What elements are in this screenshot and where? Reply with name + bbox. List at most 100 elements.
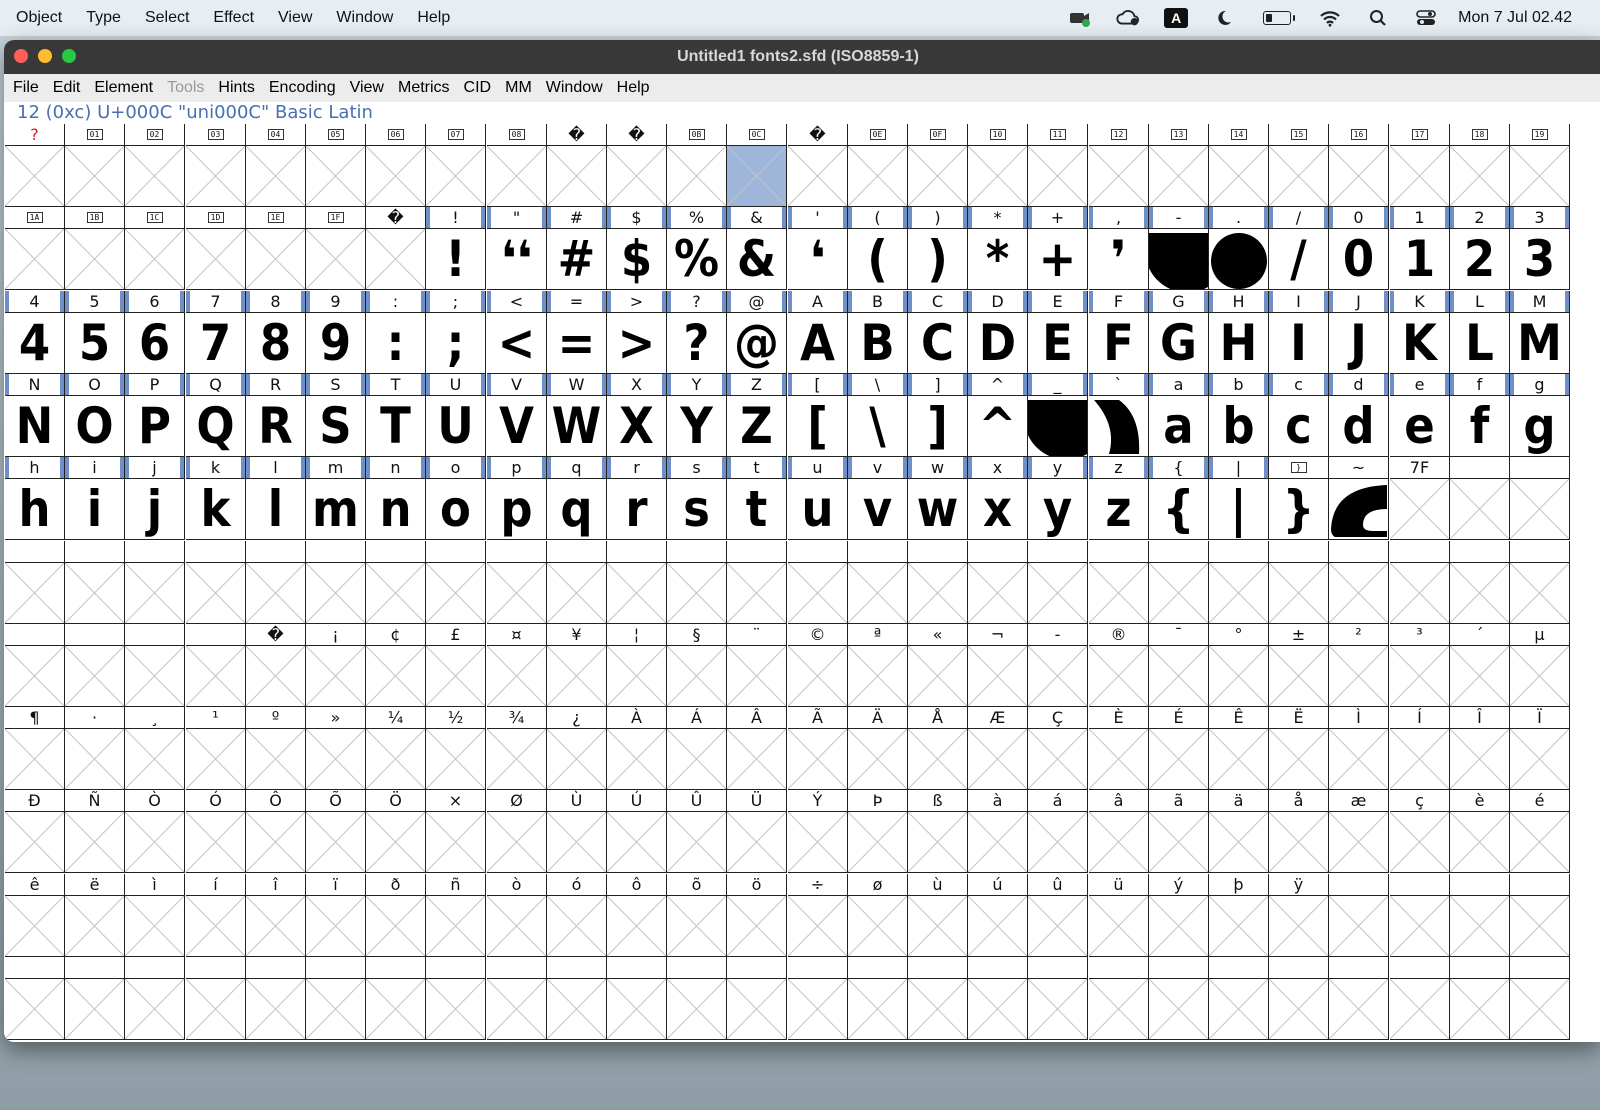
glyph-cell[interactable]	[125, 541, 185, 624]
menu-cid[interactable]: CID	[459, 79, 497, 97]
glyph-cell[interactable]	[186, 541, 246, 624]
glyph-cell[interactable]: 1C	[125, 207, 185, 290]
glyph-cell[interactable]: _	[1028, 374, 1088, 457]
system-menu-object[interactable]: Object	[8, 9, 70, 27]
glyph-cell[interactable]: 1B	[65, 207, 125, 290]
glyph-cell[interactable]: 08	[487, 124, 547, 207]
glyph-cell[interactable]: rr	[607, 457, 667, 540]
glyph-cell[interactable]: 07	[426, 124, 486, 207]
glyph-cell[interactable]: �	[607, 124, 667, 207]
glyph-cell[interactable]	[1510, 874, 1570, 957]
glyph-cell[interactable]: }}	[1269, 457, 1329, 540]
glyph-cell[interactable]: »	[306, 707, 366, 790]
glyph-cell[interactable]: 01	[65, 124, 125, 207]
glyph-cell[interactable]: ^ ^	[968, 374, 1028, 457]
glyph-cell[interactable]	[1390, 957, 1450, 1040]
glyph-cell[interactable]: ñ	[426, 874, 486, 957]
glyph-cell[interactable]: î	[246, 874, 306, 957]
glyph-cell[interactable]: Û	[667, 790, 727, 873]
glyph-cell[interactable]: Þ	[848, 790, 908, 873]
glyph-cell[interactable]: ¶	[5, 707, 65, 790]
glyph-cell[interactable]	[366, 957, 426, 1040]
glyph-cell[interactable]: ý	[1149, 874, 1209, 957]
glyph-cell[interactable]: ð	[366, 874, 426, 957]
glyph-cell[interactable]: ï	[306, 874, 366, 957]
glyph-cell[interactable]: �	[547, 124, 607, 207]
system-menu-effect[interactable]: Effect	[205, 9, 262, 27]
glyph-cell[interactable]: Ç	[1028, 707, 1088, 790]
glyph-cell[interactable]	[306, 541, 366, 624]
glyph-cell[interactable]: Ã	[788, 707, 848, 790]
glyph-cell[interactable]: 0C	[727, 124, 787, 207]
glyph-cell[interactable]	[968, 957, 1028, 1040]
glyph-cell[interactable]	[5, 957, 65, 1040]
glyph-cell[interactable]: ]]	[908, 374, 968, 457]
glyph-cell[interactable]: ))	[908, 207, 968, 290]
system-menu-help[interactable]: Help	[409, 9, 458, 27]
glyph-cell[interactable]: mm	[306, 457, 366, 540]
battery-icon[interactable]	[1260, 8, 1296, 28]
glyph-cell[interactable]: 03	[186, 124, 246, 207]
glyph-cell[interactable]: {{	[1149, 457, 1209, 540]
glyph-cell[interactable]	[487, 957, 547, 1040]
glyph-cell[interactable]	[426, 957, 486, 1040]
glyph-cell[interactable]: # #	[547, 207, 607, 290]
glyph-cell[interactable]: * *	[968, 207, 1028, 290]
glyph-cell[interactable]: XX	[607, 374, 667, 457]
glyph-cell[interactable]: 10	[968, 124, 1028, 207]
glyph-cell[interactable]: 99	[306, 291, 366, 374]
glyph-cell[interactable]: aa	[1149, 374, 1209, 457]
glyph-cell[interactable]: æ	[1329, 790, 1389, 873]
glyph-cell[interactable]: ©	[788, 624, 848, 707]
glyph-cell[interactable]: å	[1269, 790, 1329, 873]
glyph-cell[interactable]	[1510, 541, 1570, 624]
glyph-cell[interactable]: ¦	[607, 624, 667, 707]
glyph-cell[interactable]: Í	[1390, 707, 1450, 790]
glyph-cell[interactable]: ¯	[1149, 624, 1209, 707]
glyph-cell[interactable]: ¨	[727, 624, 787, 707]
glyph-cell[interactable]: 1E	[246, 207, 306, 290]
glyph-cell[interactable]: ¥	[547, 624, 607, 707]
glyph-cell[interactable]: ø	[848, 874, 908, 957]
glyph-cell[interactable]: = =	[547, 291, 607, 374]
glyph-cell[interactable]: ¹	[186, 707, 246, 790]
glyph-cell[interactable]: ::	[366, 291, 426, 374]
glyph-cell[interactable]	[1510, 457, 1570, 540]
glyph-cell[interactable]: WW	[547, 374, 607, 457]
glyph-cell[interactable]	[727, 957, 787, 1040]
glyph-cell[interactable]: bb	[1209, 374, 1269, 457]
glyph-cell[interactable]	[788, 541, 848, 624]
glyph-cell[interactable]: ee	[1390, 374, 1450, 457]
glyph-cell[interactable]: \ \	[848, 374, 908, 457]
glyph-cell[interactable]: ú	[968, 874, 1028, 957]
system-menu-window[interactable]: Window	[328, 9, 401, 27]
glyph-cell[interactable]: «	[908, 624, 968, 707]
glyph-cell[interactable]: Ð	[5, 790, 65, 873]
glyph-cell[interactable]: ù	[908, 874, 968, 957]
moon-icon[interactable]	[1212, 8, 1236, 28]
close-button[interactable]	[14, 49, 28, 63]
glyph-cell[interactable]: õ	[667, 874, 727, 957]
glyph-cell[interactable]: 13	[1149, 124, 1209, 207]
glyph-cell[interactable]: 88	[246, 291, 306, 374]
glyph-cell[interactable]: AA	[788, 291, 848, 374]
glyph-cell[interactable]: tt	[727, 457, 787, 540]
glyph-cell[interactable]: ±	[1269, 624, 1329, 707]
glyph-cell[interactable]: ??	[667, 291, 727, 374]
glyph-cell[interactable]: ò	[487, 874, 547, 957]
glyph-cell[interactable]	[1209, 541, 1269, 624]
glyph-cell[interactable]	[1329, 874, 1389, 957]
glyph-cell[interactable]: .	[1209, 207, 1269, 290]
glyph-cell[interactable]: ¡	[306, 624, 366, 707]
glyph-cell[interactable]: LL	[1450, 291, 1510, 374]
menu-element[interactable]: Element	[89, 79, 158, 97]
glyph-cell[interactable]	[65, 541, 125, 624]
glyph-cell[interactable]: â	[1089, 790, 1149, 873]
glyph-cell[interactable]: EE	[1028, 291, 1088, 374]
glyph-cell[interactable]: 77	[186, 291, 246, 374]
glyph-cell[interactable]	[667, 957, 727, 1040]
glyph-cell[interactable]: é	[1510, 790, 1570, 873]
glyph-cell[interactable]: -	[1028, 624, 1088, 707]
glyph-cell[interactable]: Å	[908, 707, 968, 790]
glyph-cell[interactable]	[366, 541, 426, 624]
